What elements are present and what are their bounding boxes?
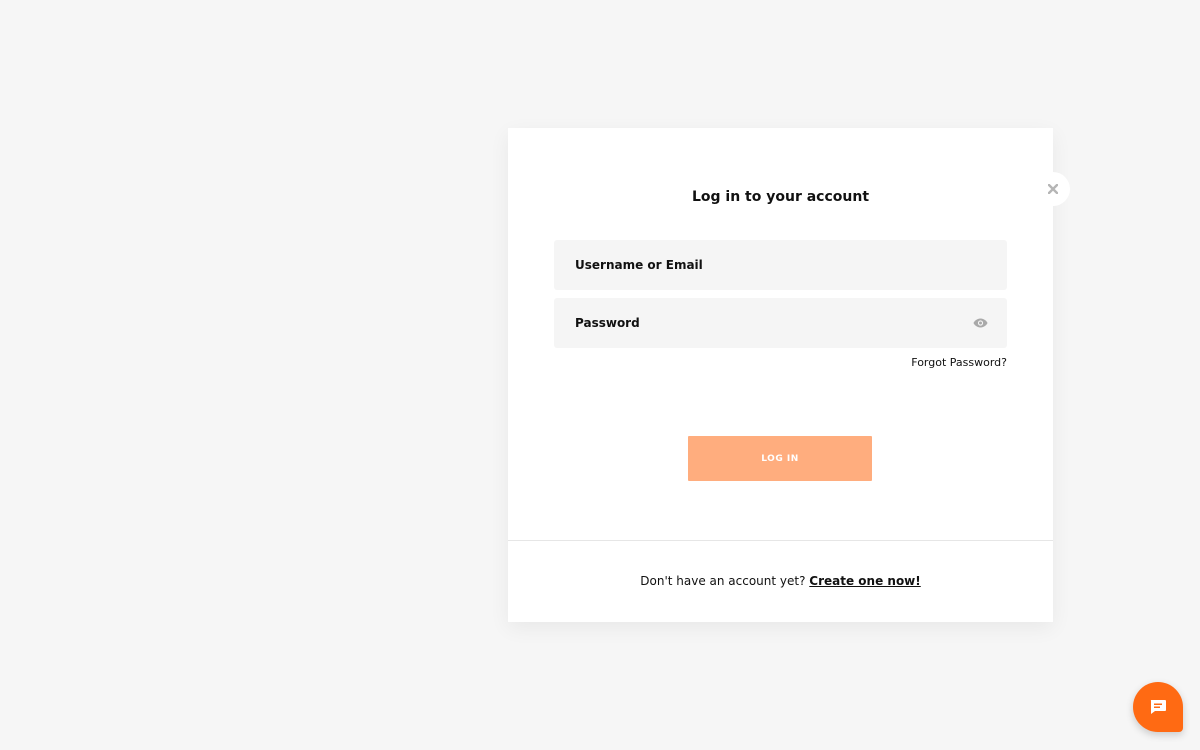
- chat-icon: [1149, 699, 1167, 715]
- login-button[interactable]: LOG IN: [688, 436, 872, 481]
- create-account-link[interactable]: Create one now!: [809, 574, 920, 588]
- page: Log in to your account Forgot Password? …: [0, 0, 1200, 750]
- username-input[interactable]: [554, 240, 1007, 290]
- password-input[interactable]: [554, 298, 1007, 348]
- password-field[interactable]: [554, 298, 1007, 348]
- chat-button[interactable]: [1133, 682, 1183, 732]
- signup-prompt: Don't have an account yet? Create one no…: [508, 574, 1053, 588]
- username-field[interactable]: [554, 240, 1007, 290]
- signup-prompt-text: Don't have an account yet?: [640, 574, 810, 588]
- eye-icon[interactable]: [972, 316, 988, 330]
- forgot-password-link[interactable]: Forgot Password?: [911, 356, 1007, 369]
- login-modal: Log in to your account Forgot Password? …: [508, 128, 1053, 622]
- modal-title: Log in to your account: [691, 189, 870, 205]
- close-icon: [1048, 184, 1058, 194]
- divider: [508, 540, 1053, 541]
- close-button[interactable]: [1036, 172, 1070, 206]
